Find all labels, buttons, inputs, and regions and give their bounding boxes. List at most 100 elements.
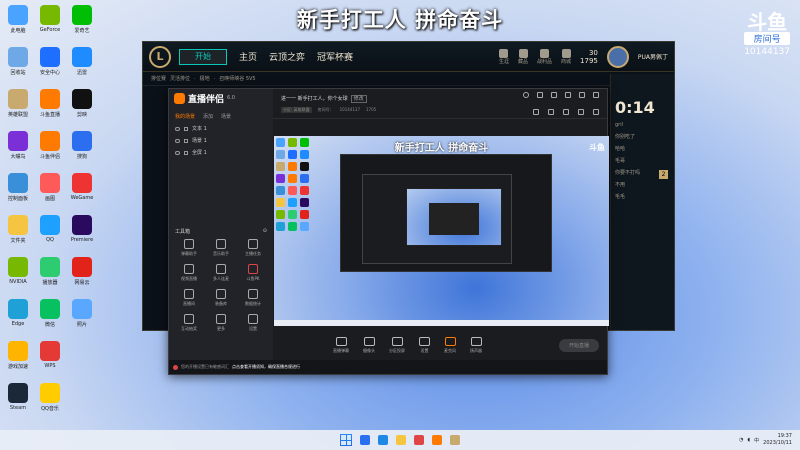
desktop-icon[interactable]: QQ (34, 212, 66, 254)
desktop-icon[interactable]: 网易云 (66, 254, 98, 296)
lol-nav-loot[interactable]: 战利品 (537, 48, 552, 65)
desktop-icon[interactable]: 微信 (34, 296, 66, 338)
desktop-icon-label: 游戏加速 (7, 364, 28, 370)
app-icon (72, 299, 92, 319)
tool-item[interactable]: 弹幕助手 (173, 239, 205, 257)
lock-icon[interactable] (184, 150, 188, 155)
desktop-icon[interactable]: 英雄联盟 (2, 86, 34, 128)
clock[interactable]: 19:37 2023/10/11 (763, 433, 792, 447)
tab-add[interactable]: 添加 (203, 113, 213, 120)
desktop-icon[interactable]: Edge (2, 296, 34, 338)
desktop-icon[interactable]: Premiere (66, 212, 98, 254)
taskbar-app-icon[interactable] (396, 435, 406, 445)
tool-item[interactable]: 互动抽奖 (173, 314, 205, 332)
notice-icon[interactable] (533, 109, 539, 115)
gift-icon[interactable] (563, 109, 569, 115)
tool-item[interactable]: 多人连麦 (205, 264, 237, 282)
lol-tab-clash[interactable]: 冠军杯赛 (317, 50, 353, 63)
bottom-tool[interactable]: 分区投屏 (389, 336, 405, 354)
wifi-icon[interactable]: ◔ (739, 437, 743, 443)
desktop-icon[interactable]: WPS (34, 338, 66, 380)
start-button[interactable] (340, 434, 352, 446)
tool-item[interactable]: 更多 (205, 314, 237, 332)
tab-scene[interactable]: 场景 (221, 113, 231, 120)
lol-nav-store[interactable]: 商城 (561, 48, 571, 65)
edit-title-button[interactable]: 修改 (350, 95, 367, 103)
desktop-icon[interactable]: 文件夹 (2, 212, 34, 254)
eye-icon[interactable] (175, 126, 180, 131)
mail-icon[interactable] (548, 109, 554, 115)
desktop-icon[interactable]: 斗鱼直播 (34, 86, 66, 128)
desktop-icon[interactable] (66, 338, 98, 380)
ime-indicator[interactable]: 中 (754, 437, 759, 444)
preview-icon (276, 162, 285, 171)
desktop-icon[interactable]: 迅雷 (66, 44, 98, 86)
bell-icon[interactable] (578, 109, 584, 115)
menu-icon[interactable] (565, 92, 571, 98)
lol-nav-collection[interactable]: 藏品 (518, 48, 528, 65)
desktop-icon[interactable]: Steam (2, 380, 34, 422)
tool-icon (216, 289, 226, 299)
bottom-tool[interactable]: 麦克风 (444, 336, 456, 354)
desktop-icon[interactable]: QQ音乐 (34, 380, 66, 422)
bottom-tool[interactable]: 摄像头 (363, 336, 375, 354)
desktop-icon[interactable]: 播放器 (34, 254, 66, 296)
tool-item[interactable]: 设置 (237, 314, 269, 332)
tool-item[interactable]: 直播间 (173, 289, 205, 307)
tool-item[interactable]: 音乐助手 (205, 239, 237, 257)
close-icon[interactable] (593, 92, 599, 98)
desktop-icon[interactable]: 安全中心 (34, 44, 66, 86)
settings-icon[interactable] (537, 92, 543, 98)
player-avatar[interactable] (606, 45, 629, 68)
bottom-tool[interactable]: 直播弹幕 (333, 336, 349, 354)
tool-item[interactable]: 斗鱼PK (237, 264, 269, 282)
taskbar-app-icon[interactable] (450, 435, 460, 445)
scene-item[interactable]: 全屏 1 (169, 144, 273, 156)
taskbar-app-icon[interactable] (378, 435, 388, 445)
bottom-tool-label: 摄像头 (363, 347, 375, 353)
desktop-icon[interactable]: 照片 (66, 296, 98, 338)
desktop-icon[interactable]: 回收站 (2, 44, 34, 86)
tool-item[interactable]: 主播任务 (237, 239, 269, 257)
avatar-icon[interactable] (523, 92, 529, 98)
taskbar-app-icon[interactable] (414, 435, 424, 445)
lol-nav-profile[interactable]: 生涯 (499, 48, 509, 65)
scene-item[interactable]: 文本 1 (169, 120, 273, 132)
taskbar-app-icon[interactable] (432, 435, 442, 445)
lol-tab-tft[interactable]: 云顶之弈 (269, 50, 305, 63)
start-stream-button[interactable]: 开始直播 (559, 338, 599, 352)
tool-item[interactable]: 数据统计 (237, 289, 269, 307)
lol-play-button[interactable]: 开始 (179, 48, 227, 65)
desktop-icon[interactable]: 剪映 (66, 86, 98, 128)
desktop-icon[interactable]: NVIDIA (2, 254, 34, 296)
desktop-icon[interactable]: WeGame (66, 170, 98, 212)
eye-icon[interactable] (175, 150, 180, 155)
share-icon[interactable] (593, 109, 599, 115)
lock-icon[interactable] (184, 138, 188, 143)
desktop-icon-label: Edge (11, 321, 25, 327)
bottom-tool[interactable]: 设置 (419, 336, 430, 354)
tool-icon (184, 264, 194, 274)
eye-icon[interactable] (175, 138, 180, 143)
lol-tab-home[interactable]: 主页 (239, 50, 257, 63)
taskbar-app-icon[interactable] (360, 435, 370, 445)
tool-item[interactable]: 视频直播 (173, 264, 205, 282)
desktop-icon[interactable]: 控制面板 (2, 170, 34, 212)
desktop-icon[interactable]: 斗鱼伴侣 (34, 128, 66, 170)
bottom-tool[interactable]: 扬声器 (470, 336, 482, 354)
desktop-icon[interactable]: 画图 (34, 170, 66, 212)
minimize-icon[interactable] (579, 92, 585, 98)
scene-item[interactable]: 场景 1 (169, 132, 273, 144)
desktop-icon[interactable]: 游戏加速 (2, 338, 34, 380)
tab-my-scenes[interactable]: 我的场景 (175, 113, 195, 120)
desktop-icon[interactable]: 大嘴鸟 (2, 128, 34, 170)
desktop-icon[interactable]: 搜狗 (66, 128, 98, 170)
skin-icon[interactable] (551, 92, 557, 98)
lol-logo-icon[interactable]: L (149, 45, 171, 68)
toolbox-expand-icon[interactable]: ⊙ (263, 228, 267, 235)
lock-icon[interactable] (184, 126, 188, 131)
status-link[interactable]: 点击查看开播须知，确保直播合规进行 (232, 364, 300, 370)
volume-icon[interactable]: ◖ (748, 437, 751, 443)
tool-item[interactable]: 装备库 (205, 289, 237, 307)
category-chip[interactable]: 分区: 英雄联盟 (281, 107, 312, 113)
